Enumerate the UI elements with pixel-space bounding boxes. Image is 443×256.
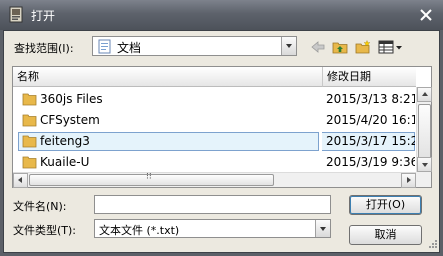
chevron-down-icon[interactable] [281,37,296,55]
column-header-name[interactable]: 名称 [13,67,323,87]
list-item[interactable]: Kuaile-U 2015/3/19 9:36 [13,152,415,173]
arrow-right-icon [407,177,411,183]
cancel-button-label: 取消 [374,228,397,241]
file-name: Kuaile-U [40,155,90,169]
lookin-label: 查找范围(I): [14,42,74,55]
list-item[interactable]: CFSystem 2015/4/20 16:17 [13,110,415,131]
view-menu-icon[interactable] [378,40,404,54]
scroll-corner [416,172,431,187]
folder-icon [22,156,37,169]
scroll-left-button[interactable] [13,173,28,188]
file-list[interactable]: 名称 修改日期 360js Files 2015/3/13 8:21 CFSys… [12,66,432,188]
filetype-combobox[interactable]: 文本文件 (*.txt) [94,219,331,238]
file-name: 360js Files [40,92,103,106]
grip-icon: ⁝⁝ [146,172,152,182]
scroll-down-button[interactable] [417,157,432,172]
file-name: CFSystem [40,113,100,127]
file-date: 2015/4/20 16:17 [326,113,415,127]
horizontal-scroll-thumb[interactable]: ⁝⁝ [29,172,274,186]
arrow-down-icon [422,163,428,167]
title-bar[interactable]: 打开 [0,0,443,30]
list-item[interactable]: 360js Files 2015/3/13 8:21 [13,89,415,110]
cancel-button[interactable]: 取消 [349,225,422,245]
file-date: 2015/3/19 9:36 [326,155,415,169]
arrow-left-icon [18,177,22,183]
scroll-right-button[interactable] [401,173,416,188]
lookin-value: 文档 [117,41,142,55]
column-name-label: 名称 [17,70,39,83]
lookin-combobox[interactable]: 文档 [92,36,297,56]
horizontal-scrollbar[interactable]: ⁝⁝ [13,172,416,188]
file-date: 2015/3/17 15:23 [326,134,415,148]
folder-icon [22,93,37,106]
open-file-dialog: 打开 查找范围(I): 文档 名称 修改日期 360js Files 2015/… [0,0,443,256]
back-arrow-icon[interactable] [310,40,326,54]
dialog-body: 查找范围(I): 文档 名称 修改日期 360js Files 2015/3/1… [3,30,440,253]
arrow-up-icon [422,92,428,96]
scroll-up-button[interactable] [417,87,432,102]
column-header-date[interactable]: 修改日期 [323,67,416,87]
filename-input[interactable] [94,195,331,214]
open-button[interactable]: 打开(O) [349,195,422,215]
app-icon [9,6,23,23]
column-date-label: 修改日期 [327,70,371,83]
filetype-value: 文本文件 (*.txt) [99,224,180,237]
new-folder-icon[interactable] [355,40,371,54]
filename-label: 文件名(N): [13,200,67,213]
file-name: feiteng3 [40,134,90,148]
resize-grip-icon[interactable] [427,238,438,249]
file-date: 2015/3/13 8:21 [326,92,415,106]
open-button-label: 打开(O) [365,198,406,211]
window-title: 打开 [31,9,56,23]
folder-icon [22,135,37,148]
vertical-scroll-thumb[interactable] [418,104,431,160]
folder-icon [22,114,37,127]
chevron-down-icon[interactable] [315,220,330,237]
list-item-selected[interactable]: feiteng3 2015/3/17 15:23 [13,131,415,152]
up-folder-icon[interactable] [332,40,348,54]
filetype-label: 文件类型(T): [13,224,77,237]
document-folder-icon [98,39,111,54]
close-icon[interactable] [418,7,434,23]
